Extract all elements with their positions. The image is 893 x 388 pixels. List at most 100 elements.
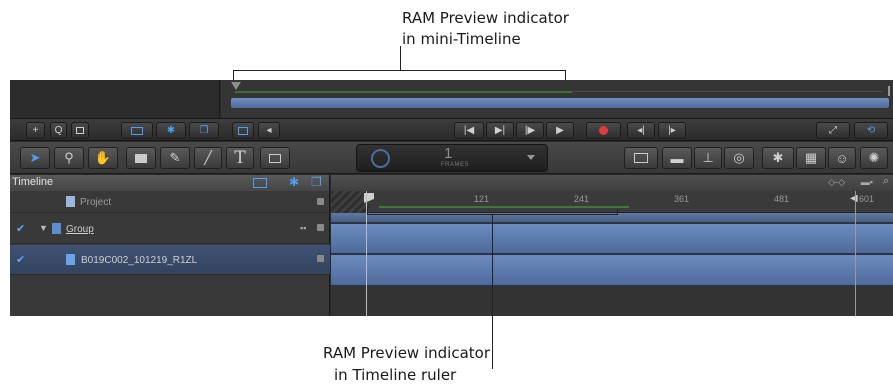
rectangle-tool-button[interactable]: [126, 147, 156, 169]
figure: RAM Preview indicator in mini-Timeline +…: [0, 0, 893, 388]
replicator-icon: ☺: [835, 150, 849, 166]
gear-icon: ✱: [166, 125, 176, 136]
checkbox-icon[interactable]: ✔: [16, 253, 25, 266]
layer-row-group[interactable]: ✔ ▼ Group ▪▪: [10, 214, 330, 244]
anchor-icon: ⚲: [64, 150, 74, 165]
callout-text-line1: RAM Preview indicator: [323, 344, 490, 362]
group-track-bar[interactable]: [331, 224, 893, 254]
text-tool-button[interactable]: T: [226, 147, 254, 169]
prev-frame-icon: ◂|: [637, 125, 645, 136]
select-tool-button[interactable]: ➤: [20, 147, 50, 169]
replicator-button[interactable]: ☺: [828, 147, 856, 169]
lock-icon[interactable]: [317, 198, 324, 205]
ruler-pre-roll: [331, 191, 369, 213]
generators-button[interactable]: ◎: [724, 147, 754, 169]
rectangle-icon: [135, 153, 147, 163]
expand-icon: ⤢: [829, 125, 837, 136]
filters-button[interactable]: ✱: [762, 147, 794, 169]
library-button[interactable]: [121, 122, 153, 139]
ruler-tick-label: 241: [574, 194, 590, 204]
camera-button[interactable]: ▬: [662, 147, 692, 169]
go-to-end-button[interactable]: ▶|: [486, 122, 514, 139]
play-button[interactable]: ▶: [546, 122, 574, 139]
out-point-line: [855, 191, 856, 316]
timeline-header: Timeline ✱ ❐: [10, 175, 330, 191]
group-icon: [52, 223, 61, 234]
tools-toolbar: ➤ ⚲ ✋ ✎ ╱ T 1 FRAMES ▬ ⊥ ◎ ✱ ▦ ☺ ✺: [10, 142, 893, 174]
pan-tool-button[interactable]: ✋: [88, 147, 118, 169]
film-icon[interactable]: [253, 178, 267, 188]
behaviors-icon: ▦: [804, 150, 818, 165]
ruler-tick-label: 481: [774, 194, 790, 204]
prev-frame-button[interactable]: ◂|: [627, 122, 655, 139]
hand-icon: ✋: [94, 150, 112, 165]
clip-track-bar[interactable]: [331, 255, 893, 286]
fullscreen-button[interactable]: ⤢: [816, 122, 850, 139]
layer-row-project[interactable]: Project: [10, 191, 330, 213]
film-icon: [131, 126, 143, 135]
out-point-icon[interactable]: ◀: [850, 193, 858, 204]
timeline-tracks: [331, 213, 893, 316]
paint-tool-button[interactable]: ╱: [194, 147, 222, 169]
filters-icon: ✱: [772, 150, 784, 165]
loop-button[interactable]: ⟲: [854, 122, 888, 139]
timecode-unit: FRAMES: [441, 162, 470, 168]
layers-icon[interactable]: ❐: [311, 175, 322, 189]
mini-timeline-left-panel: [10, 80, 220, 118]
disclosure-triangle-icon[interactable]: ▼: [39, 223, 48, 233]
inspector-button[interactable]: ✱: [156, 122, 186, 139]
timeline-toggle-button[interactable]: [232, 122, 254, 139]
search-button[interactable]: Q: [50, 122, 67, 139]
timecode-dial-icon: [371, 149, 390, 168]
keyframe-nav-icon[interactable]: ◇-◇: [828, 177, 845, 188]
callout-leader-bottom: [492, 214, 493, 369]
generators-icon: ◎: [733, 150, 745, 165]
layer-name: Group: [66, 224, 94, 235]
callout-leader-top: [400, 46, 401, 70]
chevron-down-icon: [527, 155, 535, 160]
add-button[interactable]: +: [26, 122, 45, 139]
mini-playhead[interactable]: [231, 82, 241, 90]
next-frame-button[interactable]: |▸: [658, 122, 686, 139]
audio-button[interactable]: ◂: [258, 122, 280, 139]
layers-button[interactable]: ❐: [189, 122, 219, 139]
timeline-title: Timeline: [12, 176, 54, 188]
skip-end-icon: ▶|: [494, 125, 506, 136]
ram-preview-indicator: [379, 206, 629, 208]
layer-name: B019C002_101219_R1ZL: [81, 255, 198, 266]
mini-out-point[interactable]: [888, 86, 890, 96]
timecode-display[interactable]: 1 FRAMES: [356, 144, 548, 172]
behaviors-button[interactable]: ▦: [796, 147, 826, 169]
transport-bar: + Q ✱ ❐ ◂ |◀ ▶| |▶ ▶ ◂| |▸ ⤢ ⟲: [10, 118, 893, 141]
pen-icon: ✎: [169, 150, 181, 165]
info-icon: [76, 127, 84, 134]
mini-timeline-bar[interactable]: [231, 98, 889, 108]
callout-bracket-top: [233, 70, 566, 80]
info-button[interactable]: [71, 122, 89, 139]
bezier-tool-button[interactable]: ✎: [160, 147, 190, 169]
search-icon[interactable]: ⌕: [883, 175, 889, 188]
record-button[interactable]: [586, 122, 621, 139]
callout-text-line2: in Timeline ruler: [334, 366, 457, 384]
particles-button[interactable]: ✺: [860, 147, 888, 169]
hud-button[interactable]: [624, 147, 658, 169]
timeline-ruler[interactable]: 121 241 361 481 601 ◀: [331, 191, 893, 213]
anchor-tool-button[interactable]: ⚲: [54, 147, 84, 169]
layer-row-clip[interactable]: ✔ B019C002_101219_R1ZL: [10, 245, 330, 275]
ruler-tick-label: 121: [474, 194, 490, 204]
motion-app-window: + Q ✱ ❐ ◂ |◀ ▶| |▶ ▶ ◂| |▸ ⤢ ⟲ ➤ ⚲ ✋ ✎ ╱: [10, 80, 893, 316]
light-button[interactable]: ⊥: [694, 147, 722, 169]
checkbox-icon[interactable]: ✔: [16, 222, 25, 235]
gear-icon[interactable]: ✱: [289, 175, 299, 189]
layer-name: Project: [80, 197, 112, 208]
mini-timeline[interactable]: [221, 80, 893, 118]
arrow-icon: ➤: [29, 150, 41, 165]
go-to-start-button[interactable]: |◀: [454, 122, 484, 139]
mask-tool-button[interactable]: [260, 147, 290, 169]
lock-icon[interactable]: [317, 224, 324, 231]
lock-icon[interactable]: [317, 255, 324, 262]
zoom-slider-icon[interactable]: ▬▪: [861, 177, 873, 187]
2d-group-icon[interactable]: ▪▪: [300, 223, 306, 233]
step-forward-button[interactable]: |▶: [516, 122, 544, 139]
particles-icon: ✺: [868, 150, 880, 165]
